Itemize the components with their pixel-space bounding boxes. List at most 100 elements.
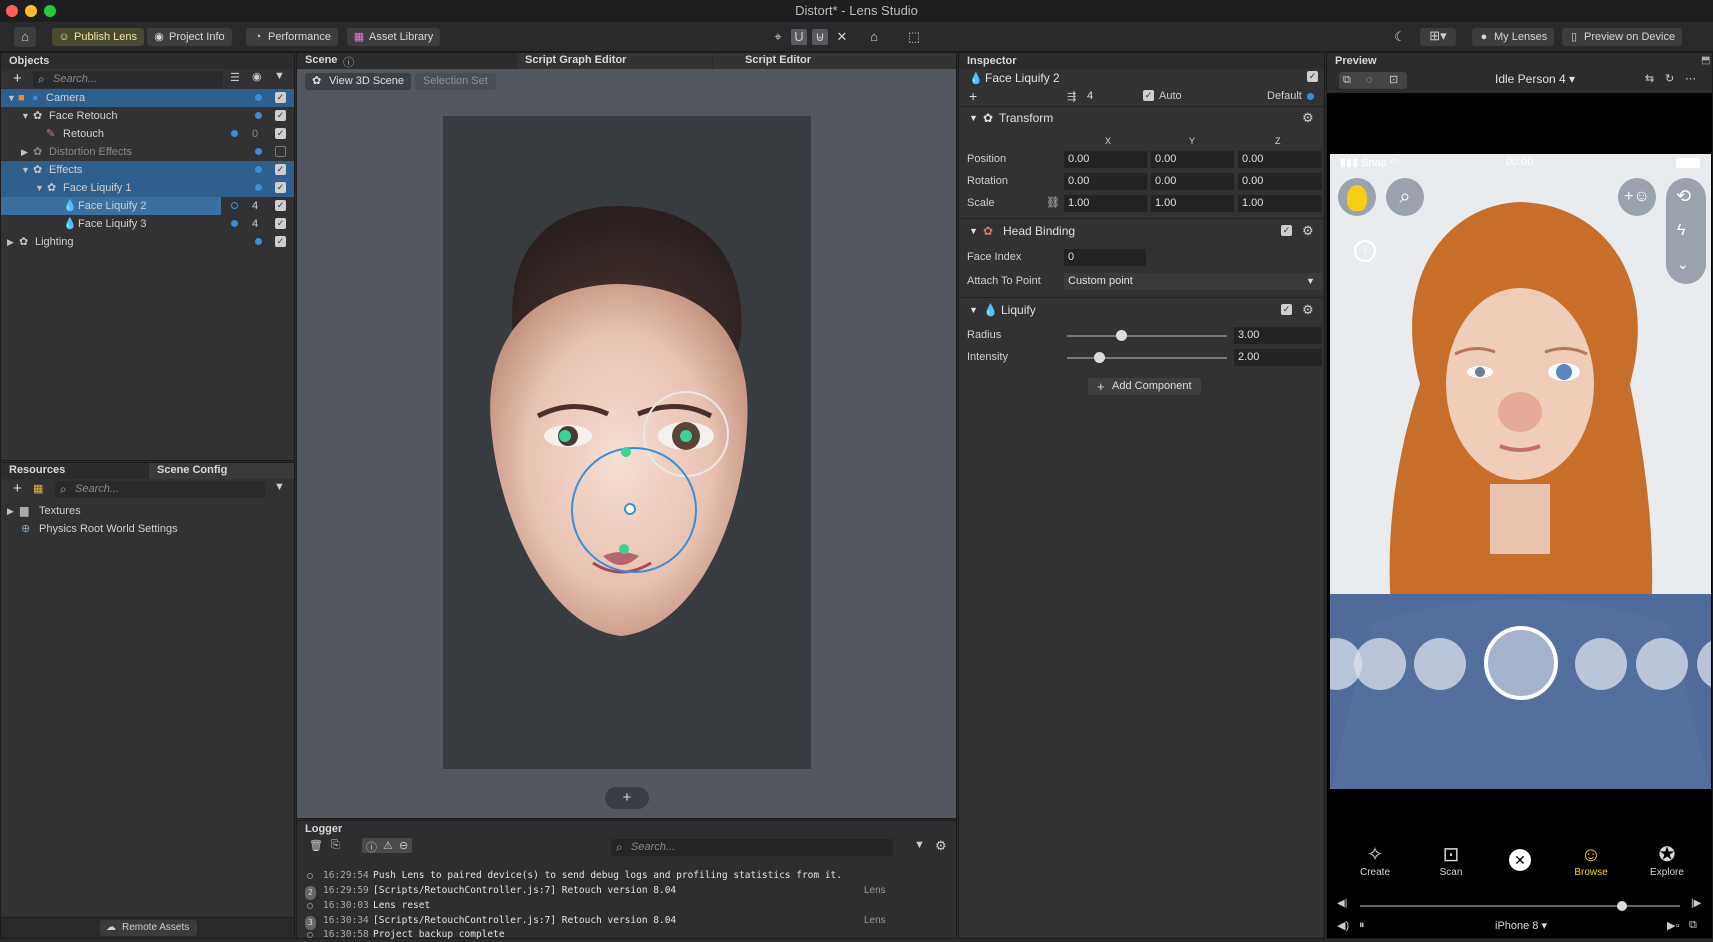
radius-slider-handle[interactable]: [1115, 330, 1127, 341]
position-x-field[interactable]: 0.00: [1064, 151, 1147, 168]
lens-carousel-item[interactable]: [1575, 638, 1627, 690]
scale-x-field[interactable]: 1.00: [1064, 195, 1147, 212]
switch-camera-icon[interactable]: ⇆: [1645, 72, 1654, 85]
idle-person-dropdown[interactable]: Idle Person 4 ▾: [1495, 72, 1575, 86]
more-icon[interactable]: ⋯: [1685, 72, 1696, 85]
refresh-icon[interactable]: ↻: [1665, 72, 1674, 85]
layout-dropdown-icon[interactable]: ⊞▾: [1420, 28, 1456, 46]
preview-mode-toggle[interactable]: ⧉ ◌ ⊡: [1339, 72, 1407, 89]
tab-scene[interactable]: Scene: [305, 54, 337, 66]
tree-item-face-retouch[interactable]: ▼ ✿ Face Retouch ✓: [1, 107, 294, 125]
radius-slider[interactable]: [1067, 330, 1227, 341]
nav-scan[interactable]: ⊡ Scan: [1421, 843, 1481, 878]
remote-assets-button[interactable]: ☁ Remote Assets: [100, 920, 198, 936]
scale-z-field[interactable]: 1.00: [1238, 195, 1322, 212]
timeline-slider[interactable]: [1360, 901, 1680, 911]
rotation-z-field[interactable]: 0.00: [1238, 173, 1322, 190]
face-index-field[interactable]: 0: [1064, 249, 1146, 266]
nav-create[interactable]: ✧ Create: [1345, 843, 1405, 878]
minimize-window-button[interactable]: [25, 5, 37, 17]
preview-on-device-button[interactable]: ▯ Preview on Device: [1562, 28, 1683, 46]
resources-search-input[interactable]: Search...: [55, 481, 265, 498]
spectacles-preview-icon[interactable]: ⊡: [1389, 72, 1398, 89]
add-friend-icon[interactable]: +☺: [1618, 178, 1656, 216]
camera-tool-icon[interactable]: ⌖: [770, 29, 786, 45]
transform-settings-icon[interactable]: ⚙: [1302, 110, 1314, 126]
tab-script-editor[interactable]: Script Editor: [745, 54, 811, 66]
expand-icon[interactable]: ⬚: [906, 29, 922, 45]
link-scale-icon[interactable]: ⛓: [1046, 196, 1060, 209]
flash-icon[interactable]: ϟ: [1677, 222, 1685, 240]
tree-item-face-liquify-2[interactable]: 💧 Face Liquify 2 4 ✓: [1, 197, 294, 215]
scale-tool-icon[interactable]: ✕: [834, 29, 850, 45]
nav-explore[interactable]: ✪ Explore: [1637, 843, 1697, 878]
tree-item-face-liquify-3[interactable]: 💧 Face Liquify 3 4 ✓: [1, 215, 294, 233]
default-dot[interactable]: [1307, 93, 1314, 100]
object-enabled-checkbox[interactable]: ✓: [1307, 71, 1318, 82]
close-window-button[interactable]: [6, 5, 18, 17]
liquify-enabled-checkbox[interactable]: ✓: [1281, 304, 1292, 315]
layer-value[interactable]: 4: [1087, 90, 1093, 102]
phone-screen[interactable]: ▮▮▮ Snap ◠ 00:00 ⌕ +☺ ⟲ ϟ ⌄ i: [1330, 154, 1711, 789]
logger-search-input[interactable]: Search...: [611, 839, 893, 856]
step-back-icon[interactable]: ◀|: [1337, 898, 1347, 909]
timeline-handle[interactable]: [1617, 901, 1628, 911]
attach-to-point-select[interactable]: Custom point ▼: [1064, 273, 1322, 290]
flip-camera-icon[interactable]: ⟲: [1676, 186, 1691, 207]
add-resource-icon[interactable]: +: [13, 480, 22, 497]
step-forward-icon[interactable]: |▶: [1691, 898, 1701, 909]
house-icon[interactable]: ⌂: [866, 29, 882, 45]
tree-item-distortion-effects[interactable]: ▶ ✿ Distortion Effects: [1, 143, 294, 161]
record-icon[interactable]: ▶▫: [1667, 919, 1679, 932]
intensity-slider-handle[interactable]: [1093, 352, 1105, 363]
snapchat-preview-icon[interactable]: ◌: [1366, 72, 1373, 89]
moon-icon[interactable]: ☾: [1392, 29, 1408, 45]
resource-item-textures[interactable]: ▶ ▆ Textures: [1, 502, 294, 520]
camera-preview-icon[interactable]: ⧉: [1343, 72, 1351, 89]
intensity-field[interactable]: 2.00: [1234, 349, 1322, 366]
add-component-button[interactable]: + Add Component: [1088, 378, 1201, 395]
head-binding-enabled-checkbox[interactable]: ✓: [1281, 225, 1292, 236]
inspector-object-name[interactable]: Face Liquify 2: [985, 71, 1060, 85]
lens-carousel-item[interactable]: [1414, 638, 1466, 690]
error-icon[interactable]: ⊖: [399, 839, 408, 852]
performance-button[interactable]: ◔ Performance: [246, 28, 338, 46]
tree-item-camera[interactable]: ▼ ■ ● Camera ✓: [1, 89, 294, 107]
liquify-section[interactable]: ▼ 💧 Liquify: [959, 300, 1324, 320]
objects-search-input[interactable]: Search...: [33, 71, 223, 88]
scale-y-field[interactable]: 1.00: [1151, 195, 1234, 212]
asset-library-button[interactable]: ▦ Asset Library: [347, 28, 441, 46]
tree-item-retouch[interactable]: ✎ Retouch 0 ✓: [1, 125, 294, 143]
log-level-toggle[interactable]: ⓘ ⚠ ⊖: [362, 838, 412, 855]
mute-icon[interactable]: ◀): [1337, 919, 1349, 932]
logger-filter-icon[interactable]: ▼: [914, 839, 925, 851]
nav-browse[interactable]: ☺ Browse: [1561, 843, 1621, 878]
info-icon[interactable]: i: [1354, 240, 1376, 262]
resources-filter-icon[interactable]: ▼: [274, 481, 285, 493]
lens-carousel-item[interactable]: [1354, 638, 1406, 690]
list-view-icon[interactable]: ☰: [230, 71, 240, 84]
tree-item-face-liquify-1[interactable]: ▼ ✿ Face Liquify 1 ✓: [1, 179, 294, 197]
add-scene-object-button[interactable]: +: [605, 787, 649, 809]
screenshot-icon[interactable]: ⧉: [1689, 919, 1697, 932]
my-lenses-button[interactable]: ● My Lenses: [1472, 28, 1555, 46]
rotation-y-field[interactable]: 0.00: [1151, 173, 1234, 190]
tree-item-effects[interactable]: ▼ ✿ Effects ✓: [1, 161, 294, 179]
snap-grid-icon[interactable]: ⊎: [812, 29, 828, 45]
lens-carousel-item[interactable]: [1636, 638, 1688, 690]
search-icon[interactable]: ⌕: [1386, 178, 1424, 216]
liquify-settings-icon[interactable]: ⚙: [1302, 302, 1314, 318]
tab-script-graph-editor[interactable]: Script Graph Editor: [525, 54, 626, 66]
eye-icon[interactable]: ◉: [252, 70, 262, 83]
scene-viewport[interactable]: [443, 116, 811, 769]
project-info-button[interactable]: ◉ Project Info: [147, 28, 232, 46]
intensity-slider[interactable]: [1067, 352, 1227, 363]
tab-scene-config[interactable]: Scene Config: [157, 464, 227, 476]
head-binding-section[interactable]: ▼ ✿ Head Binding: [959, 221, 1324, 241]
resource-type-icon[interactable]: ▦: [33, 482, 43, 495]
maximize-window-button[interactable]: [44, 5, 56, 17]
view-3d-scene-button[interactable]: ✿ View 3D Scene: [305, 73, 412, 90]
bitmoji-avatar[interactable]: [1338, 178, 1376, 216]
pause-icon[interactable]: ⏸: [1359, 919, 1365, 932]
info-icon[interactable]: ⓘ: [366, 839, 377, 855]
